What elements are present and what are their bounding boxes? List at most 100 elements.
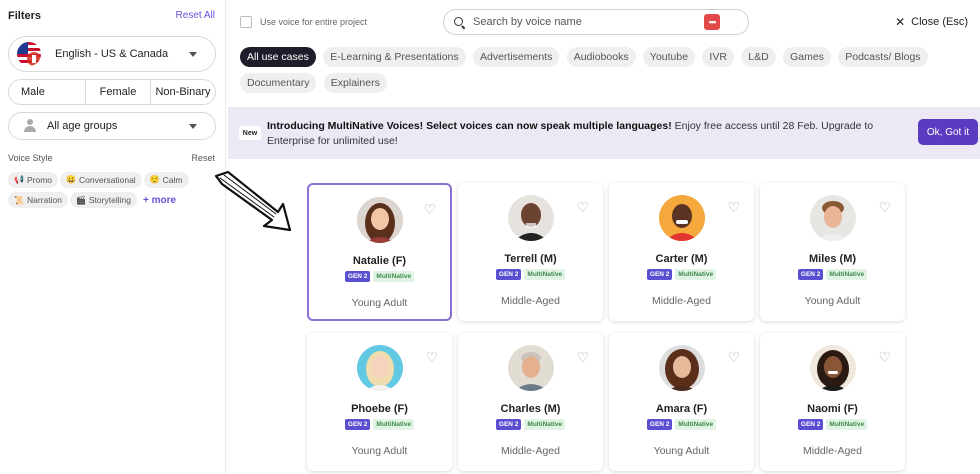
- voice-tags: GEN 2 MultiNative: [760, 419, 905, 430]
- voice-name: Natalie (F): [352, 255, 407, 267]
- chip-label: Storytelling: [88, 195, 131, 205]
- avatar: [507, 345, 554, 391]
- filters-title: Filters: [8, 10, 42, 22]
- voice-picker-main: Use voice for entire project ••• ✕ Close…: [228, 0, 980, 474]
- smile-icon: 😀: [66, 175, 76, 184]
- usecase-tab-explainers[interactable]: Explainers: [323, 73, 387, 93]
- usecase-tab-games[interactable]: Games: [783, 47, 831, 67]
- entire-project-checkbox[interactable]: [240, 16, 252, 28]
- usecase-tab-youtube[interactable]: Youtube: [642, 47, 696, 67]
- gen-badge: GEN 2: [495, 419, 522, 430]
- gen-badge: GEN 2: [344, 271, 371, 282]
- voice-tags: GEN 2 MultiNative: [458, 419, 603, 430]
- avatar: [658, 345, 705, 391]
- voice-card-amara[interactable]: ♡ Amara (F) GEN 2 MultiNative Young Adult: [609, 333, 754, 471]
- close-label: Close (Esc): [911, 16, 968, 28]
- gen-badge: GEN 2: [344, 419, 371, 430]
- voice-name: Phoebe (F): [351, 403, 408, 415]
- use-case-filters: All use cases E-Learning & Presentations…: [240, 47, 960, 99]
- style-chip-narration[interactable]: 📜 Narration: [8, 192, 68, 208]
- chevron-down-icon: [189, 123, 197, 129]
- voice-age: Middle-Aged: [803, 445, 862, 457]
- favorite-heart-icon[interactable]: ♡: [878, 349, 891, 366]
- usecase-tab-all[interactable]: All use cases: [240, 47, 316, 67]
- us-flag-icon: [17, 42, 41, 66]
- style-chip-storytelling[interactable]: 🎬 Storytelling: [69, 192, 137, 208]
- multinative-badge: MultiNative: [524, 269, 566, 280]
- chip-label: Promo: [26, 174, 53, 185]
- new-badge: New: [239, 126, 261, 140]
- multinative-badge: MultiNative: [373, 271, 415, 282]
- usecase-tab-audiobooks[interactable]: Audiobooks: [566, 47, 636, 67]
- style-chip-conversational[interactable]: 😀 Conversational: [60, 171, 142, 188]
- announcement-banner: New Introducing MultiNative Voices! Sele…: [228, 107, 980, 159]
- age-group-select[interactable]: All age groups: [8, 112, 216, 140]
- language-label: English - US & Canada: [55, 48, 169, 60]
- favorite-heart-icon[interactable]: ♡: [878, 199, 891, 216]
- search-icon: [454, 16, 465, 28]
- voice-tags: GEN 2 MultiNative: [307, 419, 452, 430]
- extension-badge-icon[interactable]: •••: [704, 14, 720, 30]
- chip-label: Narration: [26, 195, 62, 205]
- favorite-heart-icon[interactable]: ♡: [576, 199, 589, 216]
- filters-sidebar: Filters Reset All English - US & Canada …: [0, 0, 226, 474]
- favorite-heart-icon[interactable]: ♡: [727, 199, 740, 216]
- clapperboard-icon: 🎬: [75, 195, 86, 205]
- voice-card-naomi[interactable]: ♡ Naomi (F) GEN 2 MultiNative Middle-Aged: [760, 333, 905, 471]
- gender-female-button[interactable]: Female: [86, 80, 151, 104]
- voice-name: Amara (F): [655, 403, 708, 415]
- avatar: [658, 195, 705, 241]
- voice-style-reset-link[interactable]: Reset: [191, 153, 215, 163]
- usecase-tab-podcasts[interactable]: Podcasts/ Blogs: [838, 47, 928, 67]
- language-select[interactable]: English - US & Canada: [8, 36, 216, 72]
- favorite-heart-icon[interactable]: ♡: [423, 201, 436, 218]
- voice-age: Young Adult: [653, 445, 710, 457]
- scroll-icon: 📜: [14, 195, 24, 205]
- usecase-tab-ld[interactable]: L&D: [741, 47, 776, 67]
- voice-card-carter[interactable]: ♡ Carter (M) GEN 2 MultiNative Middle-Age…: [609, 183, 754, 321]
- favorite-heart-icon[interactable]: ♡: [576, 349, 589, 366]
- voice-card-terrell[interactable]: ♡ Terrell (M) GEN 2 MultiNative Middle-Ag…: [458, 183, 603, 321]
- voice-name: Charles (M): [500, 403, 561, 415]
- style-chip-calm[interactable]: 😌 Calm: [143, 171, 189, 188]
- avatar: [507, 195, 554, 241]
- usecase-tab-elearning[interactable]: E-Learning & Presentations: [323, 47, 466, 67]
- multinative-badge: MultiNative: [826, 419, 868, 430]
- voice-card-charles[interactable]: ♡ Charles (M) GEN 2 MultiNative Middle-Ag…: [458, 333, 603, 471]
- voice-age: Young Adult: [804, 295, 861, 307]
- gen-badge: GEN 2: [646, 269, 673, 280]
- style-chip-promo[interactable]: 📢 Promo: [8, 171, 59, 188]
- gender-male-button[interactable]: Male: [9, 80, 86, 104]
- close-button[interactable]: ✕ Close (Esc): [895, 15, 968, 29]
- avatar: [356, 197, 403, 243]
- voice-tags: GEN 2 MultiNative: [760, 269, 905, 280]
- close-icon: ✕: [895, 15, 906, 29]
- voice-age: Young Adult: [351, 297, 408, 309]
- banner-ok-button[interactable]: Ok, Got it: [918, 119, 978, 145]
- search-input[interactable]: [473, 16, 704, 28]
- reset-all-link[interactable]: Reset All: [176, 10, 215, 21]
- multinative-badge: MultiNative: [675, 419, 717, 430]
- voice-card-natalie[interactable]: ♡ Natalie (F) GEN 2 MultiNative Young Adu…: [307, 183, 452, 321]
- usecase-tab-documentary[interactable]: Documentary: [240, 73, 317, 93]
- usecase-tab-ivr[interactable]: IVR: [702, 47, 734, 67]
- voice-name: Terrell (M): [504, 253, 557, 265]
- voice-style-chips: 📢 Promo 😀 Conversational 😌 Calm 📜 Narration 🎬 St…: [8, 171, 218, 212]
- voice-tags: GEN 2 MultiNative: [609, 269, 754, 280]
- favorite-heart-icon[interactable]: ♡: [425, 349, 438, 366]
- voice-name: Carter (M): [655, 253, 708, 265]
- voice-tags: GEN 2 MultiNative: [609, 419, 754, 430]
- voice-card-miles[interactable]: ♡ Miles (M) GEN 2 MultiNative Young Adult: [760, 183, 905, 321]
- voice-card-phoebe[interactable]: ♡ Phoebe (F) GEN 2 MultiNative Young Adul…: [307, 333, 452, 471]
- usecase-tab-advertisements[interactable]: Advertisements: [472, 47, 560, 67]
- multinative-badge: MultiNative: [826, 269, 868, 280]
- voice-age: Middle-Aged: [652, 295, 711, 307]
- multinative-badge: MultiNative: [524, 419, 566, 430]
- favorite-heart-icon[interactable]: ♡: [727, 349, 740, 366]
- entire-project-label: Use voice for entire project: [260, 17, 368, 27]
- gen-badge: GEN 2: [495, 269, 522, 280]
- avatar: [809, 345, 856, 391]
- gender-nonbinary-button[interactable]: Non-Binary: [151, 80, 215, 104]
- more-styles-link[interactable]: + more: [143, 195, 176, 206]
- gen-badge: GEN 2: [797, 269, 824, 280]
